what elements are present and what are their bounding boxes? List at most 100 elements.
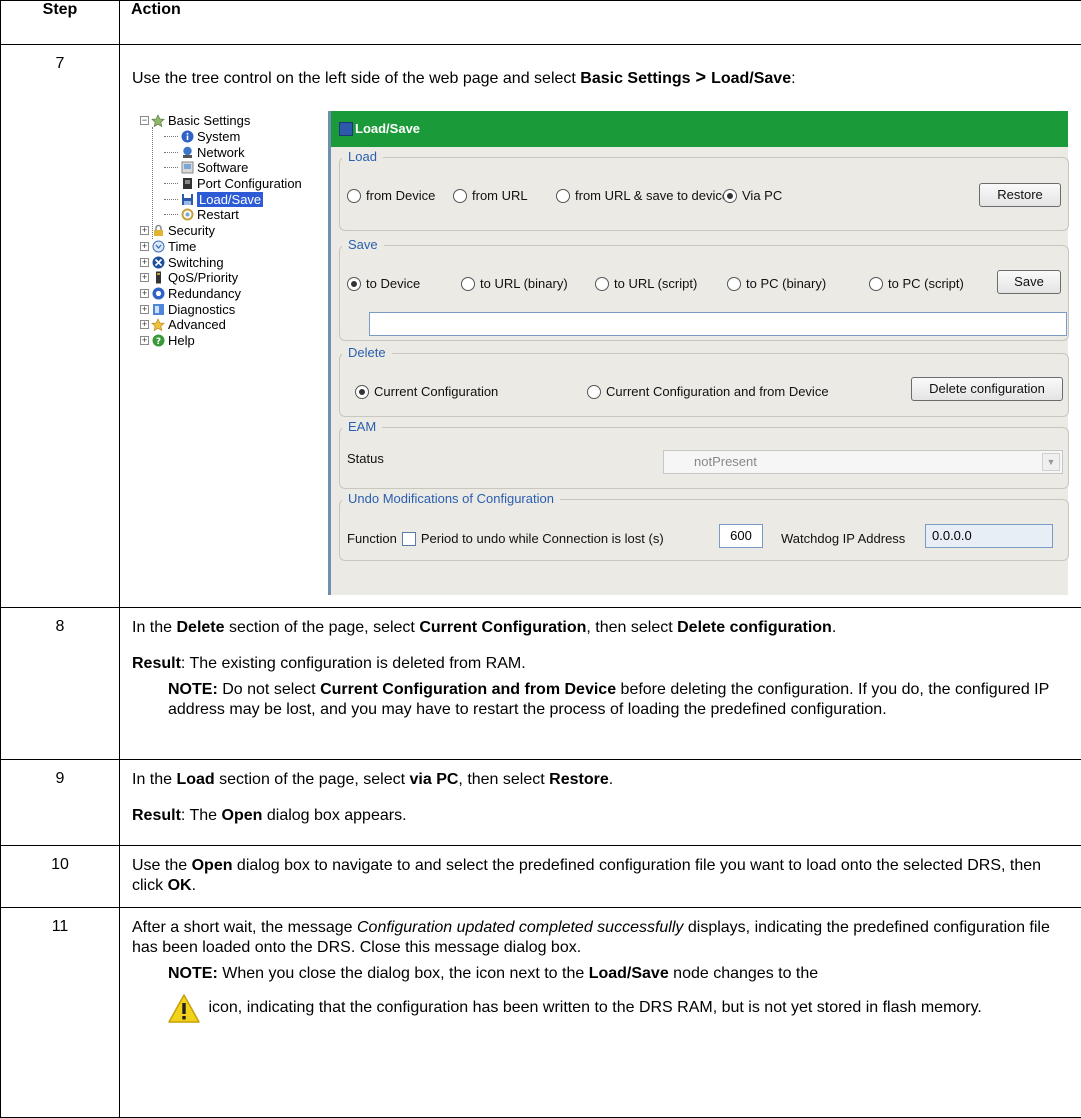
radio-button[interactable] [347, 189, 361, 203]
tree-node-advanced[interactable]: +Advanced [140, 317, 320, 333]
eam-status-select[interactable]: notPresent ▼ [663, 450, 1063, 474]
step-number: 8 [1, 608, 120, 760]
tree-item-load-save[interactable]: Load/Save [140, 191, 320, 207]
watchdog-label: Watchdog IP Address [781, 529, 905, 549]
expand-icon[interactable]: + [140, 226, 149, 235]
radio-to-device[interactable]: to Device [347, 274, 420, 294]
eam-legend: EAM [342, 417, 382, 437]
redundancy-icon [151, 286, 165, 300]
undo-legend: Undo Modifications of Configuration [342, 489, 560, 509]
radio-to-pc-script[interactable]: to PC (script) [869, 274, 964, 294]
clock-icon [151, 239, 165, 253]
delete-configuration-button[interactable]: Delete configuration [911, 377, 1063, 401]
radio-from-url-save[interactable]: from URL & save to device [556, 186, 729, 206]
tree-item-port-configuration[interactable]: Port Configuration [140, 176, 320, 192]
watchdog-ip-input[interactable]: 0.0.0.0 [925, 524, 1053, 548]
radio-button-selected[interactable] [347, 277, 361, 291]
svg-text:?: ? [155, 337, 160, 347]
tree-node-diagnostics[interactable]: +Diagnostics [140, 301, 320, 317]
undo-function-row: Function Period to undo while Connection… [347, 529, 664, 549]
expand-icon[interactable]: + [140, 273, 149, 282]
tree-item-system[interactable]: System [140, 129, 320, 145]
star-icon [151, 114, 165, 128]
chevron-down-icon[interactable]: ▼ [1042, 453, 1060, 471]
qos-icon [151, 271, 165, 285]
port-icon [180, 177, 194, 191]
panel-title-bar: Load/Save [331, 111, 1068, 147]
radio-button[interactable] [727, 277, 741, 291]
tree-node-basic-settings[interactable]: − Basic Settings [140, 113, 320, 129]
lock-icon [151, 224, 165, 238]
note: NOTE: Do not select Current Configuratio… [168, 680, 1069, 720]
save-button[interactable]: Save [997, 270, 1061, 294]
web-page-screenshot: − Basic Settings System Network Software… [132, 109, 1069, 599]
expand-icon[interactable]: + [140, 336, 149, 345]
warning-icon [168, 994, 200, 1024]
restart-icon [180, 208, 194, 222]
network-icon [180, 145, 194, 159]
period-input[interactable]: 600 [719, 524, 763, 548]
navigation-tree: − Basic Settings System Network Software… [140, 113, 320, 348]
tree-item-restart[interactable]: Restart [140, 207, 320, 223]
save-url-input[interactable] [369, 312, 1067, 336]
note: NOTE: When you close the dialog box, the… [168, 964, 1069, 984]
tree-item-network[interactable]: Network [140, 144, 320, 160]
step-action: Use the tree control on the left side of… [120, 45, 1081, 608]
eam-status-label: Status [347, 449, 384, 469]
tree-node-redundancy[interactable]: +Redundancy [140, 286, 320, 302]
star-icon [151, 318, 165, 332]
expand-icon[interactable]: + [140, 289, 149, 298]
table-row: 10 Use the Open dialog box to navigate t… [1, 846, 1081, 908]
delete-legend: Delete [342, 343, 392, 363]
step-text: Use the tree control on the left side of… [132, 67, 1069, 89]
radio-via-pc[interactable]: Via PC [723, 186, 782, 206]
expand-icon[interactable]: + [140, 305, 149, 314]
radio-button[interactable] [869, 277, 883, 291]
action-column-header: Action [120, 1, 1081, 45]
collapse-icon[interactable]: − [140, 116, 149, 125]
radio-to-pc-binary[interactable]: to PC (binary) [727, 274, 826, 294]
restore-button[interactable]: Restore [979, 183, 1061, 207]
undo-checkbox[interactable] [402, 532, 416, 546]
diagnostics-icon [151, 302, 165, 316]
radio-current-configuration[interactable]: Current Configuration [355, 382, 498, 402]
radio-from-device[interactable]: from Device [347, 186, 435, 206]
radio-to-url-script[interactable]: to URL (script) [595, 274, 697, 294]
tree-node-switching[interactable]: +Switching [140, 254, 320, 270]
step-action: After a short wait, the message Configur… [120, 908, 1081, 1118]
radio-button[interactable] [556, 189, 570, 203]
tree-node-time[interactable]: +Time [140, 239, 320, 255]
radio-current-and-device[interactable]: Current Configuration and from Device [587, 382, 829, 402]
floppy-disk-icon [339, 122, 353, 136]
step-action: In the Delete section of the page, selec… [120, 608, 1081, 760]
radio-from-url[interactable]: from URL [453, 186, 528, 206]
step-number: 11 [1, 908, 120, 1118]
tree-item-software[interactable]: Software [140, 160, 320, 176]
step-number: 10 [1, 846, 120, 908]
step-number: 7 [1, 45, 120, 608]
radio-button-selected[interactable] [723, 189, 737, 203]
table-header-row: Step Action [1, 1, 1081, 45]
save-legend: Save [342, 235, 384, 255]
step-action: Use the Open dialog box to navigate to a… [120, 846, 1081, 908]
procedure-table: Step Action 7 Use the tree control on th… [0, 0, 1081, 1118]
radio-to-url-binary[interactable]: to URL (binary) [461, 274, 568, 294]
radio-button[interactable] [587, 385, 601, 399]
table-row: 9 In the Load section of the page, selec… [1, 760, 1081, 846]
table-row: 11 After a short wait, the message Confi… [1, 908, 1081, 1118]
expand-icon[interactable]: + [140, 242, 149, 251]
radio-button[interactable] [461, 277, 475, 291]
step-action: In the Load section of the page, select … [120, 760, 1081, 846]
expand-icon[interactable]: + [140, 320, 149, 329]
table-row: 8 In the Delete section of the page, sel… [1, 608, 1081, 760]
tree-node-help[interactable]: +?Help [140, 333, 320, 349]
radio-button[interactable] [453, 189, 467, 203]
load-legend: Load [342, 147, 383, 167]
radio-button[interactable] [595, 277, 609, 291]
switching-icon [151, 255, 165, 269]
radio-button-selected[interactable] [355, 385, 369, 399]
tree-node-security[interactable]: +Security [140, 223, 320, 239]
expand-icon[interactable]: + [140, 258, 149, 267]
help-icon: ? [151, 333, 165, 347]
tree-node-qos-priority[interactable]: +QoS/Priority [140, 270, 320, 286]
